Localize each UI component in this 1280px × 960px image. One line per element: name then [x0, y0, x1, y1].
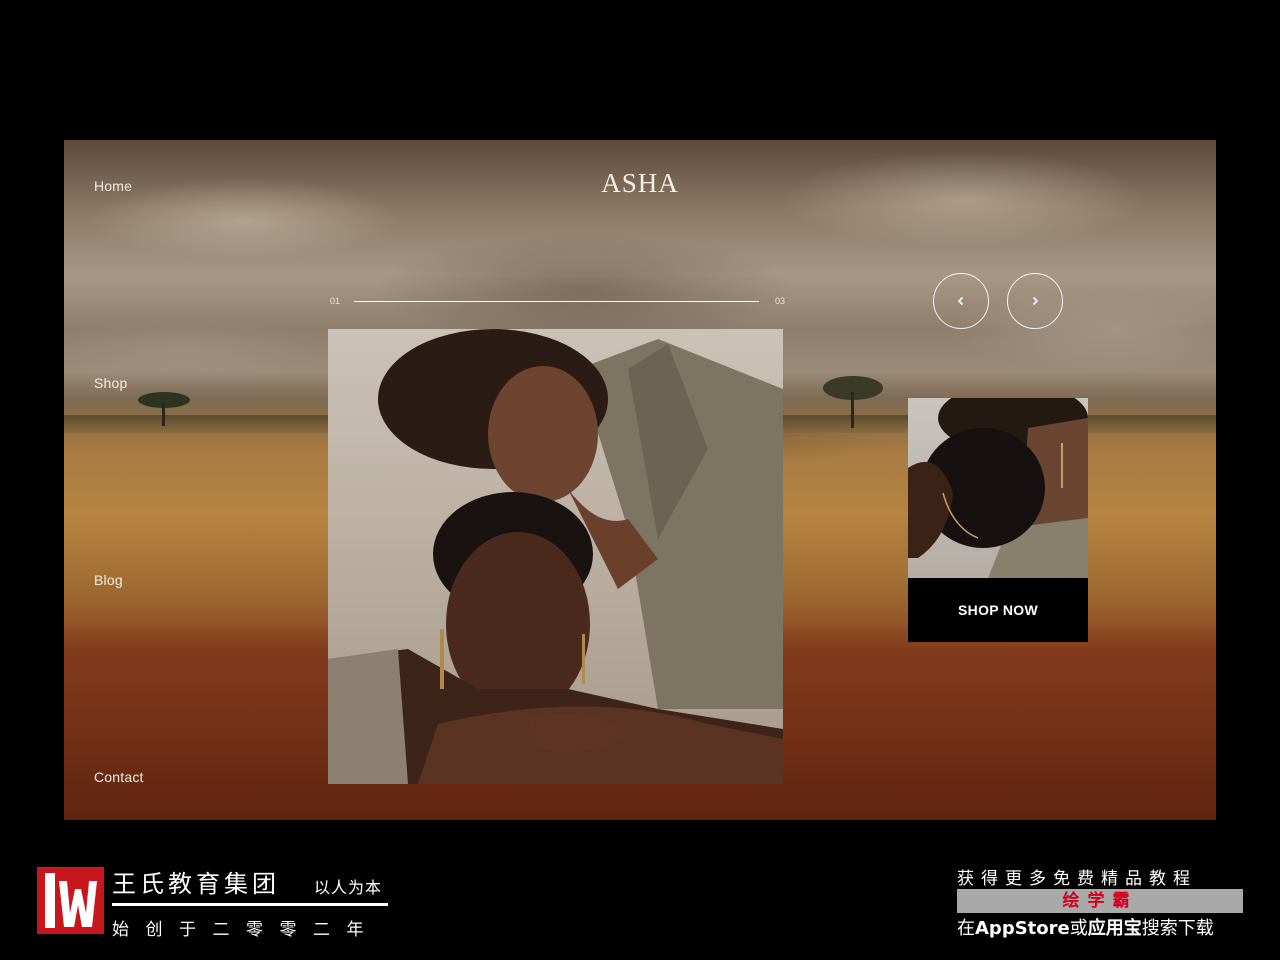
nav-contact[interactable]: Contact [94, 769, 144, 785]
next-slide-button[interactable] [1007, 273, 1063, 329]
promo-download-hint: 在AppStore或应用宝搜索下载 [957, 914, 1214, 940]
prev-slide-button[interactable] [933, 273, 989, 329]
hero-photo [328, 329, 783, 784]
promo-text-or: 或 [1069, 918, 1088, 939]
featured-product-card: SHOP NOW [908, 398, 1088, 642]
brand-logo-text[interactable]: ASHA [64, 168, 1216, 199]
acacia-tree-left [138, 392, 190, 426]
slider-progress: 01 03 [330, 294, 785, 310]
progress-track [354, 301, 759, 302]
brand-name: 王氏教育集团 [112, 870, 280, 898]
acacia-tree-right [823, 376, 883, 428]
promo-tagline: 获得更多免费精品教程 [957, 869, 1197, 889]
promo-app-market: 应用宝 [1087, 918, 1142, 939]
brand-divider [112, 903, 388, 906]
shop-now-button[interactable]: SHOP NOW [908, 578, 1088, 642]
wang-education-logo [37, 867, 104, 934]
slide-total-number: 03 [774, 296, 785, 306]
slide-current-number: 01 [330, 296, 341, 306]
nav-blog[interactable]: Blog [94, 572, 123, 588]
product-photo [908, 398, 1088, 578]
promo-text-search: 搜索下载 [1141, 918, 1214, 939]
promo-text-in: 在 [957, 918, 975, 939]
website-frame: Home Shop Blog Contact ASHA 01 03 SHOP N… [64, 140, 1216, 820]
brand-motto: 以人为本 [314, 878, 383, 897]
promo-appstore: AppStore [975, 918, 1070, 939]
nav-shop[interactable]: Shop [94, 375, 128, 391]
promo-app-name: 绘学霸 [957, 889, 1243, 913]
product-photo-illustration [908, 398, 1088, 578]
brand-founded: 始创于二零零二年 [112, 920, 380, 940]
chevron-left-icon [957, 296, 964, 306]
hero-photo-illustration [328, 329, 783, 784]
chevron-right-icon [1032, 296, 1039, 306]
progress-fill [354, 301, 759, 302]
